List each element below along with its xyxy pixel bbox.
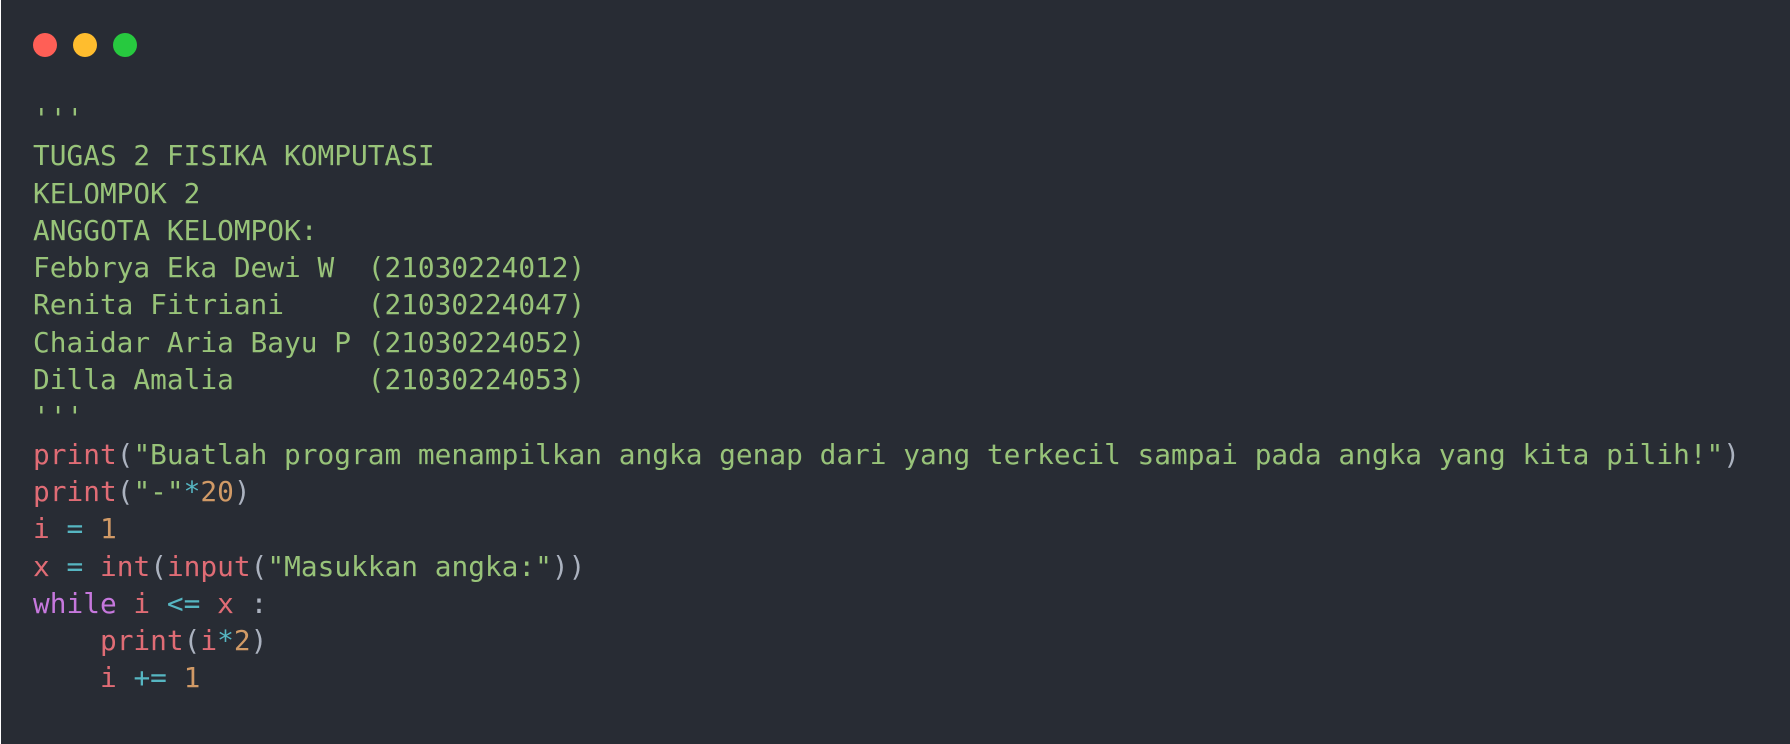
code-line-print-loop: print(i*2) [33,622,1740,659]
operator-token: <= [166,586,201,620]
number-token: 1 [99,512,117,546]
print-token: print [33,437,117,471]
paren-close: )) [551,549,586,583]
paren-open: ( [116,474,134,508]
paren-close: ) [250,624,268,658]
docstring-line: ANGGOTA KELOMPOK: [33,213,318,247]
string-token: "Masukkan angka:" [267,549,552,583]
docstring-close: ''' [33,400,84,434]
docstring-line: KELOMPOK 2 [33,176,201,210]
code-line-increment: i += 1 [33,659,1740,696]
docstring-line: Febbrya Eka Dewi W (21030224012) [33,251,586,285]
paren-close: ) [1723,437,1741,471]
paren-open: ( [250,549,268,583]
print-token: print [99,624,184,658]
code-block: ''' TUGAS 2 FISIKA KOMPUTASI KELOMPOK 2 ANG… [33,100,1740,697]
variable-token: x [33,549,50,583]
window-controls [33,33,137,57]
variable-token: i [200,624,218,658]
keyword-token: while [33,586,117,620]
code-line-print-separator: print("-"*20) [33,473,1740,510]
number-token: 2 [233,624,251,658]
paren-open: ( [150,549,167,583]
number-token: 20 [200,474,234,508]
paren-open: ( [116,437,134,471]
string-token: "-" [133,474,184,508]
variable-token: i [116,586,167,620]
operator-token: = [49,549,100,583]
docstring-line: Dilla Amalia (21030224053) [33,363,586,397]
variable-token: i [99,661,117,695]
maximize-dot-icon[interactable] [113,33,137,57]
close-dot-icon[interactable] [33,33,57,57]
number-token: 1 [183,661,201,695]
print-token: print [33,474,117,508]
docstring-line: Renita Fitriani (21030224047) [33,288,586,322]
int-token: int [99,549,151,583]
docstring-line: TUGAS 2 FISIKA KOMPUTASI [33,139,435,173]
operator-token: * [217,624,234,658]
docstring-line: Chaidar Aria Bayu P (21030224052) [33,325,586,359]
paren-close: ) [233,474,251,508]
code-line-print-title: print("Buatlah program menampilkan angka… [33,436,1740,473]
operator-token: * [183,474,201,508]
docstring-open: ''' [33,102,84,135]
code-line-assign-i: i = 1 [33,510,1740,547]
paren-open: ( [183,624,201,658]
code-line-while: while i <= x : [33,585,1740,622]
input-token: input [166,549,251,583]
minimize-dot-icon[interactable] [73,33,97,57]
operator-token: += [116,661,184,695]
colon-token: : [250,586,268,620]
variable-token: x [200,586,251,620]
code-window: ''' TUGAS 2 FISIKA KOMPUTASI KELOMPOK 2 ANG… [1,0,1790,744]
code-line-assign-x: x = int(input("Masukkan angka:")) [33,548,1740,585]
variable-token: i [33,512,50,546]
string-token: "Buatlah program menampilkan angka genap… [133,437,1724,471]
operator-token: = [49,512,100,546]
